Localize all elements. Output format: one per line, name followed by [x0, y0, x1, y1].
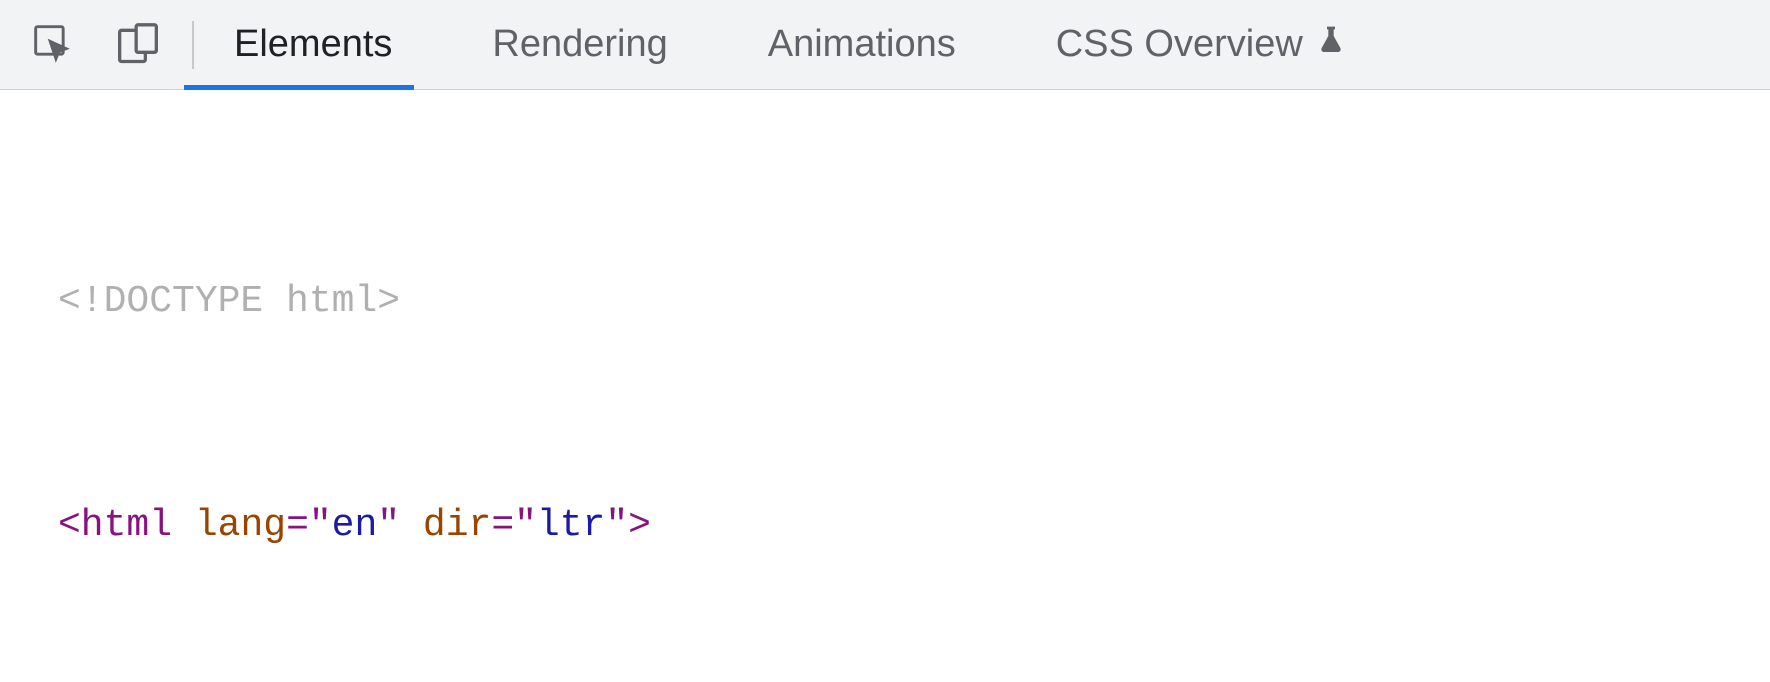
attr-name: dir — [400, 498, 491, 554]
toolbar-icon-group — [30, 21, 162, 69]
toolbar-separator — [192, 21, 194, 69]
tab-label: Elements — [234, 23, 392, 66]
punc: " — [377, 498, 400, 554]
tab-label: Rendering — [492, 23, 667, 66]
devtools-toolbar: Elements Rendering Animations CSS Overvi… — [0, 0, 1770, 90]
attr-value: ltr — [537, 498, 605, 554]
punc: "> — [605, 498, 651, 554]
tab-label: CSS Overview — [1056, 23, 1303, 66]
tab-strip: Elements Rendering Animations CSS Overvi… — [224, 0, 1357, 89]
tab-css-overview[interactable]: CSS Overview — [1046, 0, 1357, 89]
punc: =" — [286, 498, 332, 554]
punc: =" — [491, 498, 537, 554]
inspect-element-icon[interactable] — [30, 21, 78, 69]
tab-label: Animations — [768, 23, 956, 66]
doctype-text: <!DOCTYPE html> — [58, 274, 400, 330]
attr-value: en — [332, 498, 378, 554]
tag-text: <html — [58, 498, 172, 554]
dom-node-doctype[interactable]: <!DOCTYPE html> — [0, 274, 1770, 330]
tab-rendering[interactable]: Rendering — [482, 0, 677, 89]
tab-elements[interactable]: Elements — [224, 0, 402, 89]
device-toggle-icon[interactable] — [114, 21, 162, 69]
experiment-icon — [1315, 23, 1347, 66]
tab-animations[interactable]: Animations — [758, 0, 966, 89]
dom-node-html-open[interactable]: <html lang =" en " dir =" ltr "> — [0, 498, 1770, 554]
elements-dom-tree: <!DOCTYPE html> <html lang =" en " dir =… — [0, 90, 1770, 682]
attr-name: lang — [172, 498, 286, 554]
